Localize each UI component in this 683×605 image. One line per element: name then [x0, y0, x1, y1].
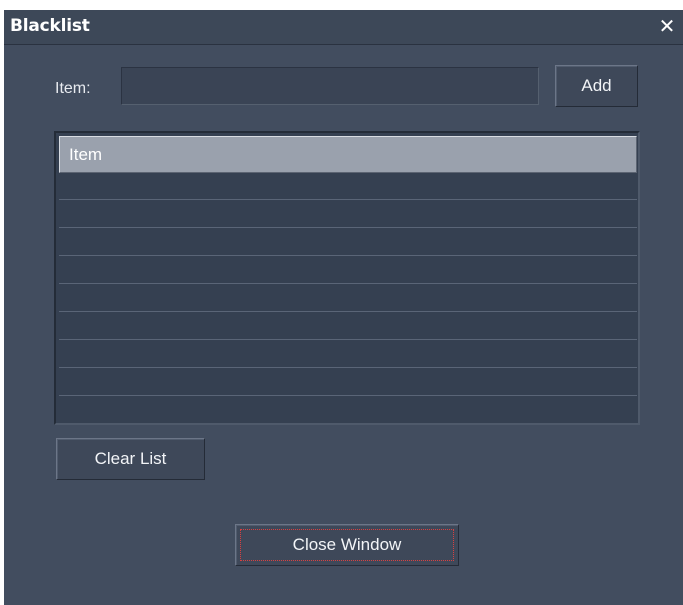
- title-bar[interactable]: Blacklist ✕: [4, 10, 683, 45]
- list-row-divider: [59, 395, 637, 396]
- list-row-divider: [59, 311, 637, 312]
- list-row-divider: [59, 283, 637, 284]
- list-column-header[interactable]: Item: [59, 136, 637, 173]
- window-body: Item: Add Item Clear List Close Window: [4, 45, 683, 605]
- list-row-divider: [59, 255, 637, 256]
- window-title: Blacklist: [10, 16, 90, 36]
- close-window-button[interactable]: Close Window: [235, 524, 459, 566]
- list-row-divider: [59, 367, 637, 368]
- item-label: Item:: [55, 80, 91, 97]
- list-row-divider: [59, 199, 637, 200]
- close-window-label: Close Window: [292, 535, 402, 554]
- clear-list-button[interactable]: Clear List: [56, 438, 205, 480]
- item-input[interactable]: [121, 67, 539, 105]
- blacklist-window: Blacklist ✕ Item: Add Item Clear List Cl…: [0, 0, 683, 605]
- list-row-divider: [59, 339, 637, 340]
- list-row-divider: [59, 227, 637, 228]
- add-button[interactable]: Add: [555, 65, 638, 107]
- blacklist-list[interactable]: Item: [54, 131, 640, 425]
- close-icon[interactable]: ✕: [657, 14, 677, 38]
